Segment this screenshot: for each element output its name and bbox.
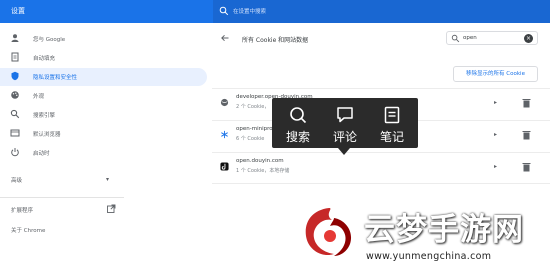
sidebar-item-label: 关于 Chrome — [11, 228, 46, 234]
search-icon — [451, 34, 460, 43]
note-icon — [384, 106, 400, 124]
sidebar-item-label: 启动时 — [33, 151, 50, 157]
open-in-new-icon — [107, 204, 116, 213]
site-row[interactable]: open.douyin.com 1 个 Cookie，本地存储 ▸ — [212, 153, 550, 183]
sidebar-item-on-startup[interactable]: 启动时 — [0, 144, 212, 162]
browser-icon — [10, 129, 20, 137]
sidebar-item-label: 您与 Google — [33, 37, 66, 43]
trash-icon[interactable] — [522, 98, 531, 108]
site-host: open-minipro — [236, 126, 273, 132]
back-arrow-icon[interactable] — [220, 33, 230, 43]
popup-pointer — [338, 148, 350, 155]
sidebar-item-autofill[interactable]: 自动填充 — [0, 49, 212, 67]
sidebar-item-label: 隐私设置和安全性 — [33, 75, 78, 81]
selection-popup: 搜索 评论 笔记 — [272, 98, 418, 148]
chevron-right-icon[interactable]: ▸ — [494, 163, 497, 170]
search-icon — [10, 109, 20, 119]
popup-comment-button[interactable]: 评论 — [325, 104, 365, 144]
cookie-filter-input[interactable]: open × — [446, 31, 538, 45]
sidebar-item-default-browser[interactable]: 默认浏览器 — [0, 125, 212, 143]
site-detail: 6 个 Cookie — [236, 136, 265, 142]
site-detail: 2 个 Cookie， — [236, 104, 270, 110]
site-host: open.douyin.com — [236, 158, 284, 164]
popup-button-label: 笔记 — [379, 130, 404, 144]
clear-icon[interactable]: × — [524, 34, 533, 43]
sidebar-advanced[interactable]: 高级 ▾ — [0, 171, 212, 189]
site-detail: 1 个 Cookie，本地存储 — [236, 168, 290, 174]
app-title: 设置 — [11, 7, 25, 15]
sidebar-item-privacy-security[interactable]: 隐私设置和安全性 — [0, 68, 207, 86]
search-placeholder: 在设置中搜索 — [233, 9, 267, 15]
sidebar-item-label: 搜索引擎 — [33, 113, 56, 119]
chevron-right-icon[interactable]: ▸ — [494, 131, 497, 138]
person-icon — [11, 34, 19, 42]
search-icon — [290, 107, 307, 124]
trash-icon[interactable] — [522, 162, 531, 172]
chevron-down-icon: ▾ — [106, 176, 110, 183]
search-icon — [219, 6, 229, 16]
palette-icon — [11, 91, 19, 99]
filter-value: open — [463, 35, 477, 41]
sidebar-item-label: 自动填充 — [33, 56, 56, 62]
sidebar-item-label: 默认浏览器 — [33, 132, 61, 138]
row-divider — [212, 183, 550, 184]
advanced-label: 高级 — [11, 178, 23, 184]
sidebar-item-you-and-google[interactable]: 您与 Google — [0, 30, 212, 48]
globe-icon — [220, 98, 229, 107]
shield-icon — [11, 71, 19, 81]
popup-button-label: 评论 — [332, 130, 357, 144]
remove-all-shown-button[interactable]: 移除显示的所有 Cookie — [453, 66, 538, 82]
page-title: 所有 Cookie 和网站数据 — [242, 37, 309, 44]
sidebar: 您与 Google 自动填充 隐私设置和安全性 外观 搜索引擎 默认浏览器 启动… — [0, 23, 212, 269]
sidebar-item-label: 扩展程序 — [11, 208, 34, 214]
chevron-right-icon[interactable]: ▸ — [494, 99, 497, 106]
popup-search-button[interactable]: 搜索 — [278, 104, 318, 144]
watermark-site-name: 云梦手游网 — [364, 212, 524, 248]
comment-icon — [337, 107, 353, 123]
sidebar-item-search-engine[interactable]: 搜索引擎 — [0, 106, 212, 124]
watermark-logo — [305, 208, 352, 256]
sidebar-item-label: 外观 — [33, 94, 45, 100]
top-bar: 设置 在设置中搜索 — [0, 0, 550, 23]
sidebar-divider — [0, 197, 124, 198]
douyin-icon — [220, 162, 229, 171]
watermark-url: www.yunmengchina.com — [366, 251, 492, 262]
document-icon — [11, 52, 19, 62]
sidebar-item-extensions[interactable]: 扩展程序 — [0, 201, 212, 219]
popup-note-button[interactable]: 笔记 — [372, 104, 412, 144]
snowflake-icon — [221, 130, 228, 139]
sidebar-item-about[interactable]: 关于 Chrome — [0, 221, 212, 239]
trash-icon[interactable] — [522, 130, 531, 140]
popup-button-label: 搜索 — [285, 130, 310, 144]
power-icon — [11, 148, 19, 157]
sidebar-item-appearance[interactable]: 外观 — [0, 87, 212, 105]
